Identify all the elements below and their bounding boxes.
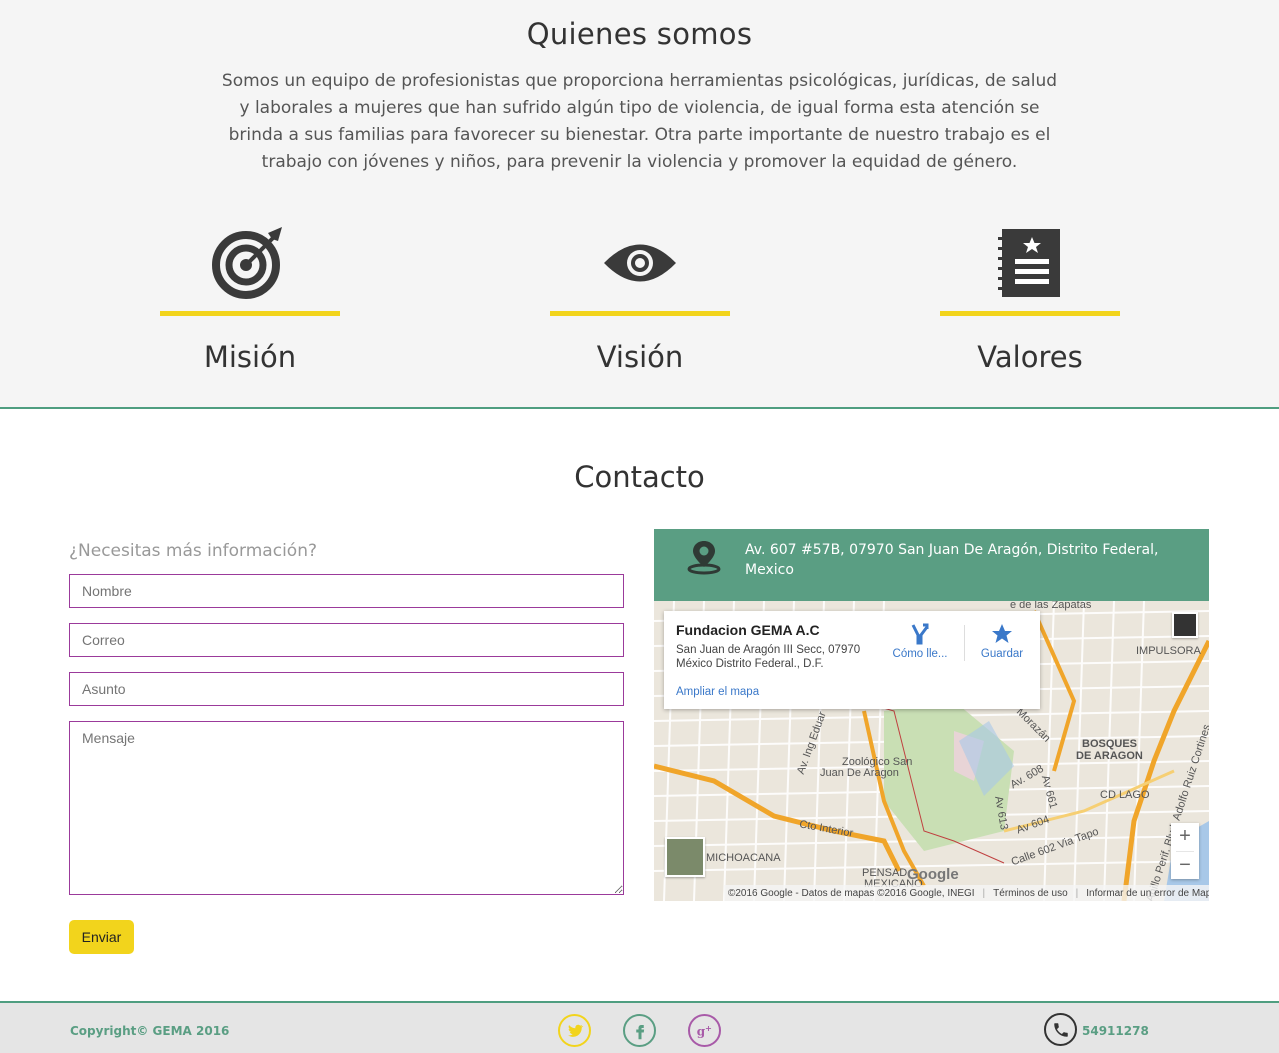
google-map[interactable]: IMPULSORA BOSQUES DE ARAGON CD LAGO Zool… — [654, 601, 1209, 901]
zoom-in-button[interactable]: + — [1171, 823, 1199, 851]
report-error-link[interactable]: Informar de un error de Maps — [1086, 888, 1209, 899]
place-address: San Juan de Aragón III Secc, 07970 Méxic… — [676, 643, 876, 671]
star-icon — [967, 623, 1037, 648]
satellite-toggle[interactable] — [665, 837, 705, 877]
send-button[interactable]: Enviar — [69, 920, 134, 954]
place-name: Fundacion GEMA A.C — [676, 622, 820, 638]
pillar-label: Valores — [977, 340, 1083, 374]
pillar-valores[interactable]: Valores — [940, 225, 1120, 374]
eye-icon — [550, 225, 730, 301]
place-address-line: San Juan de Aragón III Secc, 07970 — [676, 644, 861, 656]
map-label: MICHOACANA — [706, 852, 781, 864]
zoom-out-button[interactable]: − — [1171, 852, 1199, 880]
pillar-label: Visión — [596, 340, 684, 374]
map-label: BOSQUES — [1082, 738, 1138, 750]
enlarge-map-link[interactable]: Ampliar el mapa — [676, 686, 759, 698]
place-info-card: Fundacion GEMA A.C San Juan de Aragón II… — [664, 611, 1040, 709]
terms-link[interactable]: Términos de uso — [993, 888, 1067, 899]
map-label: DE ARAGON — [1076, 750, 1143, 762]
svg-text:+: + — [705, 1023, 712, 1033]
phone-number[interactable]: 54911278 — [1082, 1024, 1149, 1038]
save-place-button[interactable]: Guardar — [967, 623, 1037, 660]
email-input[interactable] — [69, 623, 624, 657]
form-title: ¿Necesitas más información? — [69, 541, 317, 561]
google-plus-icon: g + — [696, 1023, 712, 1039]
save-place-label: Guardar — [980, 648, 1024, 660]
directions-label: Cómo lle... — [892, 648, 948, 660]
facebook-icon — [635, 1024, 644, 1039]
twitter-icon — [567, 1024, 583, 1037]
about-text: Somos un equipo de profesionistas que pr… — [221, 71, 1058, 172]
target-icon — [160, 225, 340, 301]
user-avatar[interactable] — [1172, 612, 1198, 638]
notebook-icon — [940, 225, 1120, 301]
phone-icon — [1044, 1013, 1077, 1046]
contact-title: Contacto — [574, 460, 705, 494]
pillar-vision[interactable]: Visión — [550, 225, 730, 374]
google-plus-link[interactable]: g + — [688, 1014, 721, 1047]
location-pin-icon — [686, 539, 722, 579]
zoom-controls: + − — [1171, 823, 1199, 879]
separator — [964, 625, 965, 661]
pillar-bar — [160, 311, 340, 316]
about-title: Quienes somos — [526, 17, 753, 51]
place-address-line: México Distrito Federal., D.F. — [676, 658, 824, 670]
footer: Copyright© GEMA 2016 g + 54911278 — [0, 1003, 1279, 1053]
about-section: Quienes somos Somos un equipo de profesi… — [0, 0, 1279, 407]
separator: | — [982, 887, 986, 899]
subject-input[interactable] — [69, 672, 624, 706]
map-label: CD LAGO — [1100, 789, 1150, 801]
contact-section: Contacto ¿Necesitas más información? Env… — [0, 409, 1279, 1001]
twitter-link[interactable] — [558, 1014, 591, 1047]
map-label: e de las Zapatas — [1010, 601, 1092, 611]
name-input[interactable] — [69, 574, 624, 608]
address-text: Av. 607 #57B, 07970 San Juan De Aragón, … — [745, 542, 1159, 578]
separator: | — [1075, 887, 1079, 899]
pillar-bar — [550, 311, 730, 316]
pillar-label: Misión — [203, 340, 297, 374]
address-banner: Av. 607 #57B, 07970 San Juan De Aragón, … — [654, 529, 1209, 601]
pillar-mision[interactable]: Misión — [160, 225, 340, 374]
map-attribution-bar: ©2016 Google - Datos de mapas ©2016 Goog… — [724, 885, 1209, 901]
map-label: IMPULSORA — [1136, 645, 1201, 657]
google-logo: Google — [907, 866, 959, 883]
map-attribution: ©2016 Google - Datos de mapas ©2016 Goog… — [728, 887, 975, 899]
directions-button[interactable]: Cómo lle... — [885, 623, 955, 660]
directions-icon — [885, 623, 955, 648]
facebook-link[interactable] — [623, 1014, 656, 1047]
message-textarea[interactable] — [69, 721, 624, 895]
copyright-text: Copyright© GEMA 2016 — [70, 1024, 230, 1038]
map-label: Juan De Aragon — [820, 767, 899, 779]
pillar-bar — [940, 311, 1120, 316]
